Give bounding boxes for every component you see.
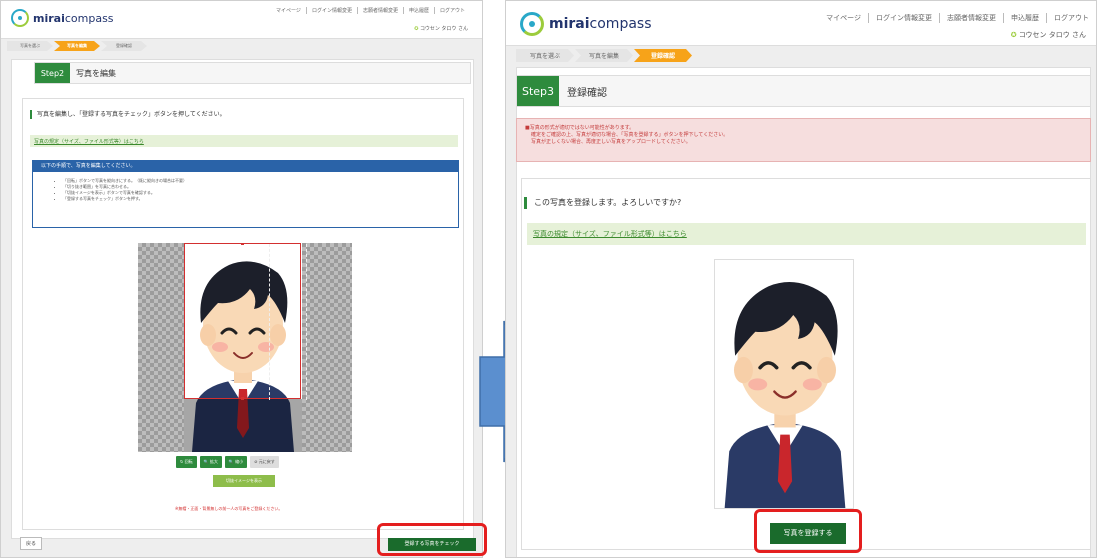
rotate-button[interactable]: ↻ 回転 — [176, 456, 197, 468]
miraicompass-logo[interactable]: miraicompass — [520, 12, 652, 36]
logo-text: miraicompass — [33, 11, 114, 25]
nav-applicant-info[interactable]: 志願者情報変更 — [358, 7, 404, 14]
user-name: ✪ コウセン タロウ さん — [414, 26, 468, 32]
step-title: 登録確認 — [567, 87, 607, 99]
crop-outside-shade — [184, 399, 302, 452]
highlight-check-button — [377, 523, 487, 556]
step-title: 写真を編集 — [76, 68, 116, 78]
photo-rules-link[interactable]: 写真の規定（サイズ、ファイル形式等）はこちら — [527, 223, 1086, 245]
reset-button[interactable]: ⊘ 元に戻す — [250, 456, 279, 468]
swirl-logo-icon — [11, 9, 29, 27]
crumb-confirm: 登録確認 — [634, 49, 692, 62]
step-badge: Step3 — [517, 76, 559, 106]
nav-mypage[interactable]: マイページ — [271, 7, 307, 14]
crop-guide — [269, 244, 307, 400]
photo-editor-canvas[interactable] — [138, 243, 352, 452]
crop-frame[interactable] — [184, 243, 307, 400]
highlight-register-button — [754, 509, 862, 553]
nav-history[interactable]: 申込履歴 — [1004, 13, 1047, 23]
nav-login-info[interactable]: ログイン情報変更 — [307, 7, 358, 14]
top-nav: マイページ ログイン情報変更 志願者情報変更 申込履歴 ログアウト — [271, 7, 470, 14]
breadcrumb: 写真を選ぶ 写真を編集 登録確認 — [7, 41, 148, 51]
zoom-in-button[interactable]: 🔍 拡大 — [199, 456, 222, 468]
swirl-logo-icon — [520, 12, 544, 36]
step-header: Step2 写真を編集 — [34, 62, 471, 84]
warning-line: 確定をご確認の上、写真が適切な場合、「写真を登録する」ボタンを押下してください。 — [531, 132, 729, 138]
instruction-item: 「登録する写真をチェック」ボタンを押す。 — [63, 196, 458, 202]
lead-text: 写真を編集し、「登録する写真をチェック」ボタンを押してください。 — [30, 110, 226, 119]
editor-toolbar: ↻ 回転 🔍 拡大 🔍 縮小 ⊘ 元に戻す — [176, 456, 282, 468]
registered-photo — [714, 259, 854, 509]
step3-screen: miraicompass マイページ ログイン情報変更 志願者情報変更 申込履歴… — [505, 0, 1097, 558]
photo-notice: ※無帽・正面・背景無しの前一人の写真をご登録ください。 — [175, 506, 283, 511]
format-warning: ■写真の形式が適切ではない可能性があります。 確定をご確認の上、写真が適切な場合… — [516, 118, 1091, 162]
nav-mypage[interactable]: マイページ — [819, 13, 869, 23]
nav-logout[interactable]: ログアウト — [435, 7, 470, 14]
header: miraicompass マイページ ログイン情報変更 志願者情報変更 申込履歴… — [506, 1, 1096, 46]
warning-line: 写真が正しくない場合、再度正しい写真をアップロードしてください。 — [531, 139, 691, 145]
student-illustration — [724, 282, 846, 508]
instructions-box: 以下の手順で、写真を編集してください。 「回転」ボタンで写真を縦向きにする。（既… — [32, 160, 459, 228]
user-name: ✪ コウセン タロウ さん — [1010, 31, 1086, 39]
crumb-select: 写真を選ぶ — [7, 41, 53, 51]
zoom-out-button[interactable]: 🔍 縮小 — [224, 456, 248, 468]
step-badge: Step2 — [35, 63, 70, 83]
instructions-title: 以下の手順で、写真を編集してください。 — [33, 161, 458, 172]
crumb-edit: 写真を編集 — [54, 41, 100, 51]
crop-handle[interactable] — [241, 243, 244, 245]
miraicompass-logo[interactable]: miraicompass — [11, 9, 114, 27]
crumb-confirm: 登録確認 — [101, 41, 147, 51]
preview-crop-button[interactable]: 切抜イメージを表示 — [213, 475, 275, 487]
step-header: Step3 登録確認 — [516, 75, 1091, 107]
nav-applicant-info[interactable]: 志願者情報変更 — [940, 13, 1004, 23]
crumb-edit: 写真を編集 — [575, 49, 633, 62]
lead-text: この写真を登録します。よろしいですか? — [524, 197, 681, 209]
logo-text: miraicompass — [549, 16, 652, 32]
breadcrumb: 写真を選ぶ 写真を編集 登録確認 — [516, 49, 693, 62]
crumb-select: 写真を選ぶ — [516, 49, 574, 62]
header: miraicompass マイページ ログイン情報変更 志願者情報変更 申込履歴… — [1, 1, 482, 39]
nav-history[interactable]: 申込履歴 — [404, 7, 435, 14]
nav-logout[interactable]: ログアウト — [1047, 13, 1096, 23]
back-button[interactable]: 戻る — [20, 537, 42, 550]
top-nav: マイページ ログイン情報変更 志願者情報変更 申込履歴 ログアウト — [819, 13, 1096, 23]
user-icon: ✪ — [414, 26, 419, 32]
instructions-list: 「回転」ボタンで写真を縦向きにする。（既に縦向きの場合は不要） 「切り抜き範囲」… — [33, 172, 458, 202]
photo-rules-link[interactable]: 写真の規定（サイズ、ファイル形式等）はこちら — [30, 135, 458, 147]
user-icon: ✪ — [1010, 31, 1017, 39]
warning-line: ■写真の形式が適切ではない可能性があります。 — [525, 125, 635, 131]
crop-handle[interactable] — [241, 397, 244, 400]
nav-login-info[interactable]: ログイン情報変更 — [869, 13, 940, 23]
